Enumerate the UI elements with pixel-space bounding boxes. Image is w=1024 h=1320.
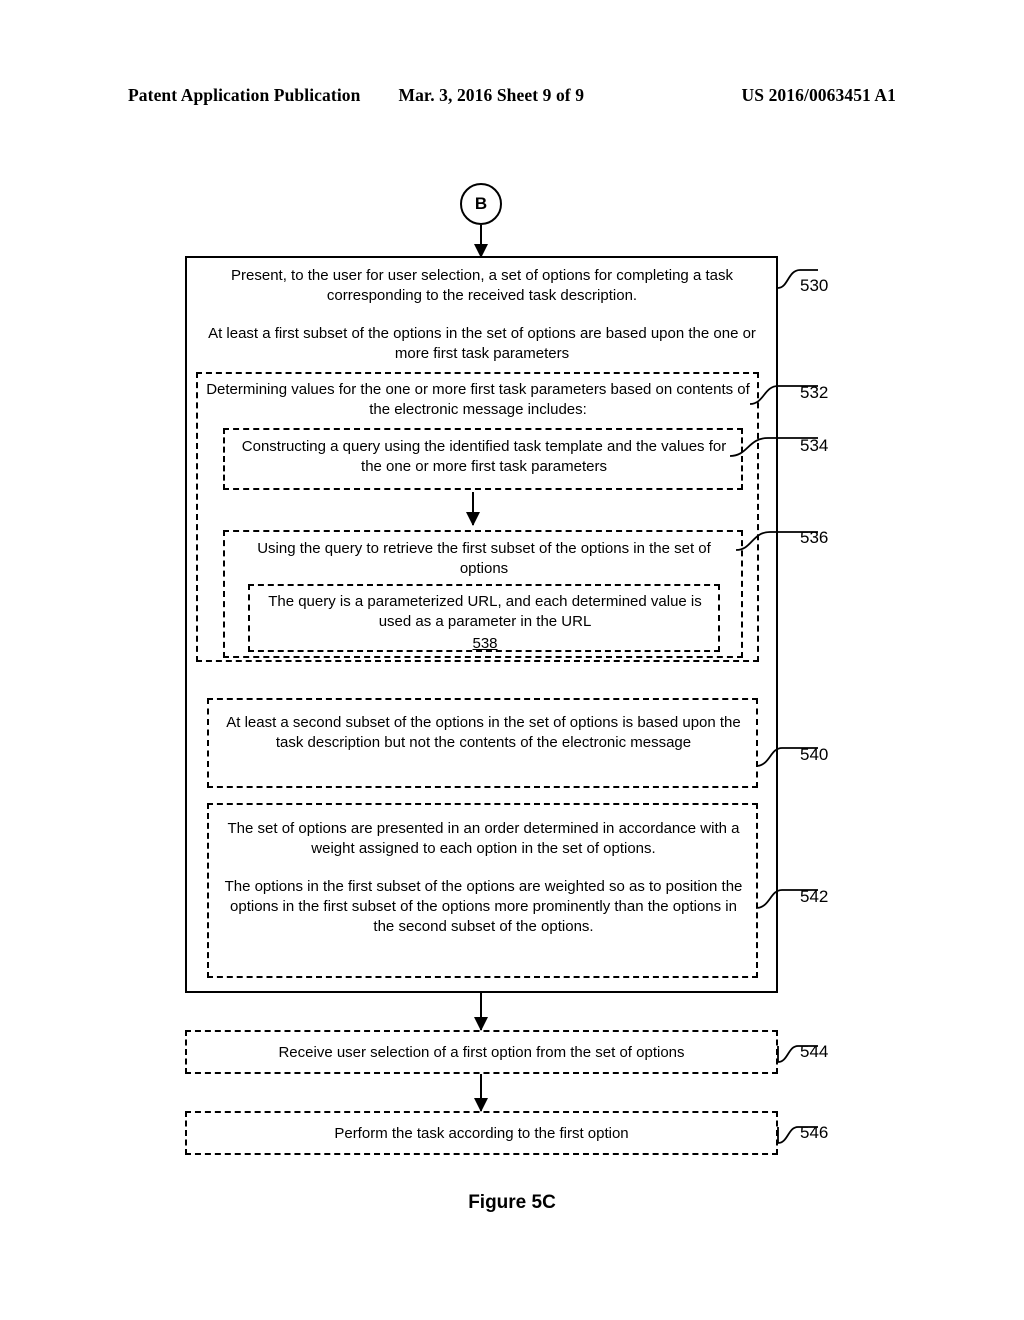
arrow-b-to-530 [480,225,482,257]
publication-date-sheet: Mar. 3, 2016 Sheet 9 of 9 [398,85,585,105]
step-544-text: Receive user selection of a first option… [195,1043,768,1063]
step-534-label: Constructing a query using the identifie… [241,438,727,476]
step-box-540: At least a second subset of the options … [207,698,758,788]
step-540-text: At least a second subset of the options … [218,713,749,754]
step-530-text: Present, to the user for user selection,… [193,266,771,364]
connector-b: B [460,183,502,225]
ref-number-530: 530 [800,276,829,295]
step-box-546: Perform the task according to the first … [185,1111,778,1155]
ref-number-540: 540 [800,745,829,764]
step-544-label: Receive user selection of a first option… [278,1044,685,1061]
ref-number-532: 532 [800,383,829,402]
arrow-530-to-544 [480,993,482,1030]
step-540-label: At least a second subset of the options … [226,714,741,752]
arrow-534-to-536 [472,492,474,525]
step-542-paragraph-1: The set of options are presented in an o… [227,820,740,858]
step-538-text: The query is a parameterized URL, and ea… [258,592,712,654]
step-534-text: Constructing a query using the identifie… [233,437,735,478]
step-546-label: Perform the task according to the first … [334,1125,629,1142]
publication-header: Patent Application Publication Mar. 3, 2… [128,85,896,106]
step-box-536: Using the query to retrieve the first su… [223,530,743,658]
step-536-text: Using the query to retrieve the first su… [233,539,735,580]
step-532-text: Determining values for the one or more f… [204,380,752,421]
connector-b-label: B [474,194,488,213]
figure-caption: Figure 5C [468,1192,556,1213]
step-box-538: The query is a parameterized URL, and ea… [248,584,720,652]
step-538-label: The query is a parameterized URL, and ea… [268,593,702,631]
ref-number-546: 546 [800,1123,829,1142]
ref-number-534: 534 [800,436,829,455]
step-542-paragraph-2: The options in the first subset of the o… [224,877,743,936]
step-box-530: Present, to the user for user selection,… [185,256,778,993]
publication-number: US 2016/0063451 A1 [741,85,896,105]
ref-number-544: 544 [800,1042,829,1061]
ref-number-536: 536 [800,528,829,547]
step-538-ref-label: 538 [472,634,498,652]
step-530-paragraph-1: Present, to the user for user selection,… [231,267,733,305]
step-530-paragraph-2: At least a first subset of the options i… [208,324,756,362]
publication-title: Patent Application Publication [128,85,361,105]
step-546-text: Perform the task according to the first … [195,1124,768,1144]
step-536-label: Using the query to retrieve the first su… [257,540,711,578]
ref-number-542: 542 [800,887,829,906]
step-box-534: Constructing a query using the identifie… [223,428,743,490]
step-box-542: The set of options are presented in an o… [207,803,758,978]
step-542-text: The set of options are presented in an o… [218,819,749,937]
step-box-544: Receive user selection of a first option… [185,1030,778,1074]
step-532-label: Determining values for the one or more f… [206,381,750,419]
step-box-532: Determining values for the one or more f… [196,372,759,662]
arrow-544-to-546 [480,1074,482,1111]
